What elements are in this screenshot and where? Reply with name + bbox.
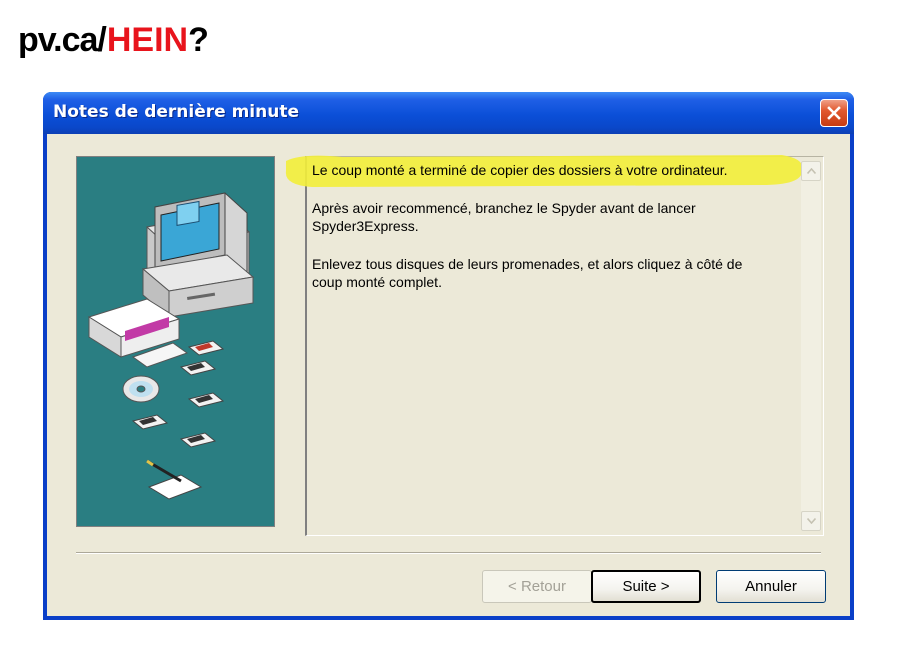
scroll-down-button[interactable] xyxy=(801,511,821,531)
notes-line: coup monté complet. xyxy=(312,274,442,290)
vertical-scrollbar[interactable] xyxy=(801,161,821,531)
close-button[interactable] xyxy=(820,99,848,127)
notes-text: Le coup monté a terminé de copier des do… xyxy=(285,155,803,311)
notes-line: Enlevez tous disques de leurs promenades… xyxy=(312,256,743,272)
brand-punct: ? xyxy=(188,21,209,59)
dialog-client-area: Le coup monté a terminé de copier des do… xyxy=(47,134,850,616)
title-bar[interactable]: Notes de dernière minute xyxy=(43,92,854,134)
window-title: Notes de dernière minute xyxy=(53,102,299,122)
notes-textbox[interactable]: Le coup monté a terminé de copier des do… xyxy=(285,155,824,536)
brand-logo: pv.ca/HEIN? xyxy=(18,18,209,62)
button-separator xyxy=(76,552,821,554)
illustration-graphic xyxy=(48,192,255,500)
notes-line: Après avoir recommencé, branchez le Spyd… xyxy=(312,200,696,216)
cd-disc-icon xyxy=(122,375,160,403)
computer-icon xyxy=(141,192,255,319)
document-pen-icon xyxy=(48,459,203,500)
brand-word: HEIN xyxy=(106,21,189,59)
notes-line-highlighted: Le coup monté a terminé de copier des do… xyxy=(312,162,728,178)
notes-line: Spyder3Express. xyxy=(312,218,419,234)
back-button[interactable]: < Retour xyxy=(482,570,592,603)
dialog-window: Notes de dernière minute Le coup monté a… xyxy=(43,92,854,620)
cancel-button[interactable]: Annuler xyxy=(716,570,826,603)
next-button[interactable]: Suite > xyxy=(591,570,701,603)
chevron-down-icon xyxy=(807,518,816,524)
close-x-icon xyxy=(827,106,841,120)
scroll-up-button[interactable] xyxy=(801,161,821,181)
brand-site: pv.ca xyxy=(18,21,98,59)
brand-slash: / xyxy=(97,21,107,59)
setup-illustration xyxy=(48,156,275,527)
chevron-up-icon xyxy=(807,168,816,174)
